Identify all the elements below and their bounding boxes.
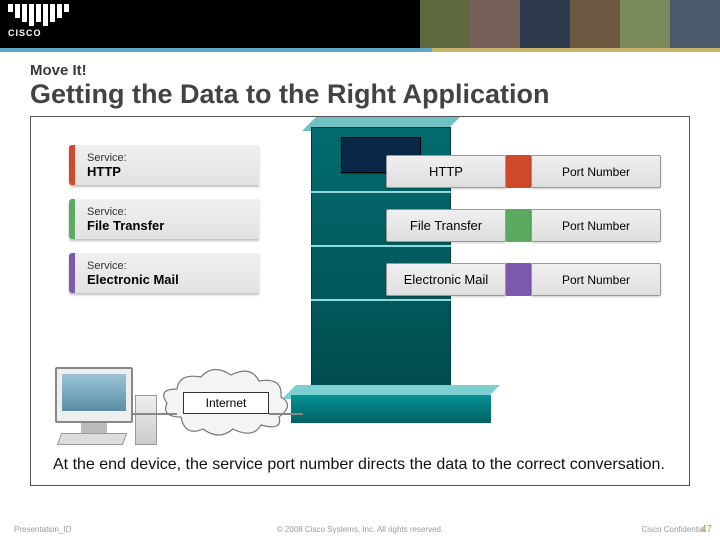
service-ft-value: File Transfer: [87, 218, 251, 233]
diagram-frame: Service: HTTP Service: File Transfer Ser…: [30, 116, 690, 486]
header-bar: CISCO: [0, 0, 720, 48]
port-label: Port Number: [562, 219, 630, 233]
service-label: Service:: [87, 152, 251, 164]
brand-logo: CISCO: [8, 4, 69, 38]
port-bar-ft: [506, 209, 531, 242]
port-chip-mail: Port Number: [531, 263, 661, 296]
port-chip-http: Port Number: [531, 155, 661, 188]
channel-chip-http: HTTP: [386, 155, 506, 188]
monitor-icon: [55, 367, 133, 423]
monitor-stand-icon: [81, 423, 107, 433]
slide-content: Move It! Getting the Data to the Right A…: [0, 52, 720, 486]
internet-label: Internet: [183, 392, 269, 414]
service-label: Service:: [87, 260, 251, 272]
channel-http-label: HTTP: [429, 164, 463, 179]
wire-icon: [269, 413, 303, 415]
slide-footer: Presentation_ID © 2008 Cisco Systems, In…: [0, 525, 720, 534]
channel-mail-label: Electronic Mail: [404, 272, 489, 287]
channel-chip-ft: File Transfer: [386, 209, 506, 242]
port-label: Port Number: [562, 273, 630, 287]
service-tag-mail: Service: Electronic Mail: [69, 253, 259, 293]
wire-icon: [131, 413, 177, 415]
server-divider: [311, 299, 451, 301]
service-tag-http: Service: HTTP: [69, 145, 259, 185]
port-label: Port Number: [562, 165, 630, 179]
footer-center: © 2008 Cisco Systems, Inc. All rights re…: [0, 525, 720, 534]
service-tag-file-transfer: Service: File Transfer: [69, 199, 259, 239]
service-label: Service:: [87, 206, 251, 218]
port-bar-http: [506, 155, 531, 188]
brand-text: CISCO: [8, 28, 69, 38]
service-mail-value: Electronic Mail: [87, 272, 251, 287]
header-faces-strip: [420, 0, 720, 48]
port-chip-ft: Port Number: [531, 209, 661, 242]
server-divider: [311, 191, 451, 193]
channel-chip-mail: Electronic Mail: [386, 263, 506, 296]
logo-bars-icon: [8, 4, 69, 26]
keyboard-icon: [57, 433, 127, 445]
server-divider: [311, 245, 451, 247]
cpu-tower-icon: [135, 395, 157, 445]
page-number: 47: [701, 524, 712, 535]
server-pedestal: [291, 395, 491, 423]
channel-ft-label: File Transfer: [410, 218, 482, 233]
port-bar-mail: [506, 263, 531, 296]
slide-title: Getting the Data to the Right Applicatio…: [30, 79, 690, 110]
service-http-value: HTTP: [87, 164, 251, 179]
diagram-caption: At the end device, the service port numb…: [53, 455, 667, 475]
slide-pretitle: Move It!: [30, 62, 690, 79]
